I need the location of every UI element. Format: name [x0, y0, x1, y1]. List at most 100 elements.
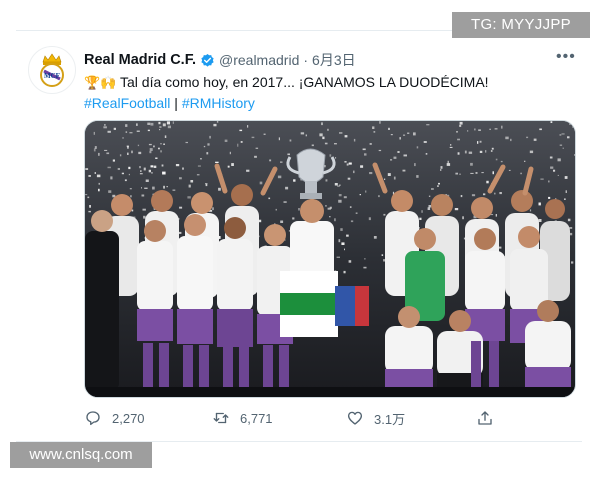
- reply-button[interactable]: 2,270: [84, 404, 145, 432]
- confetti-piece: [203, 145, 206, 148]
- confetti-piece: [499, 192, 502, 195]
- confetti-piece: [479, 150, 483, 153]
- confetti-piece: [215, 161, 219, 163]
- confetti-piece: [185, 141, 188, 144]
- confetti-piece: [175, 164, 180, 167]
- tweet-text-line-1: 🏆🙌 Tal día como hoy, en 2017... ¡GANAMOS…: [84, 72, 564, 93]
- confetti-piece: [124, 179, 127, 182]
- confetti-piece: [285, 186, 289, 190]
- confetti-piece: [529, 150, 534, 154]
- tweet-date[interactable]: 6月3日: [312, 50, 356, 70]
- confetti-piece: [93, 131, 95, 135]
- confetti-piece: [459, 173, 461, 175]
- confetti-piece: [471, 194, 476, 197]
- confetti-piece: [122, 137, 124, 139]
- confetti-piece: [188, 184, 191, 188]
- confetti-piece: [209, 135, 211, 139]
- confetti-piece: [85, 194, 88, 196]
- confetti-piece: [491, 147, 494, 150]
- confetti-piece: [334, 218, 336, 222]
- confetti-piece: [227, 165, 230, 168]
- confetti-piece: [278, 137, 280, 141]
- confetti-piece: [353, 170, 355, 174]
- confetti-piece: [561, 133, 565, 135]
- confetti-piece: [179, 206, 183, 209]
- confetti-piece: [98, 152, 100, 156]
- confetti-piece: [529, 209, 532, 212]
- confetti-piece: [425, 153, 428, 155]
- confetti-piece: [384, 178, 386, 180]
- confetti-piece: [158, 147, 160, 150]
- confetti-piece: [403, 134, 406, 136]
- confetti-piece: [162, 123, 166, 127]
- confetti-piece: [293, 179, 296, 182]
- confetti-piece: [520, 172, 522, 175]
- confetti-piece: [127, 146, 129, 149]
- confetti-piece: [381, 254, 384, 256]
- confetti-piece: [182, 167, 184, 170]
- confetti-piece: [549, 156, 553, 159]
- confetti-piece: [325, 205, 327, 207]
- hashtag-realfootball[interactable]: #RealFootball: [84, 95, 170, 111]
- confetti-piece: [119, 154, 122, 157]
- confetti-piece: [485, 150, 487, 153]
- confetti-piece: [557, 158, 561, 162]
- confetti-piece: [574, 154, 575, 156]
- confetti-piece: [431, 188, 434, 190]
- like-button[interactable]: 3.1万: [346, 404, 405, 432]
- avatar[interactable]: MCF: [28, 46, 76, 94]
- confetti-piece: [237, 143, 239, 147]
- confetti-piece: [364, 258, 366, 260]
- confetti-piece: [524, 160, 526, 162]
- confetti-piece: [166, 121, 170, 125]
- more-options-icon[interactable]: •••: [556, 49, 576, 65]
- author-handle[interactable]: @realmadrid: [219, 52, 299, 68]
- confetti-piece: [474, 128, 476, 131]
- confetti-piece: [459, 124, 462, 127]
- confetti-piece: [455, 172, 458, 175]
- hashtag-rmhistory[interactable]: #RMHistory: [182, 95, 255, 111]
- confetti-piece: [129, 132, 133, 134]
- confetti-piece: [167, 125, 171, 129]
- confetti-piece: [136, 130, 140, 132]
- author-name[interactable]: Real Madrid C.F.: [84, 52, 196, 68]
- confetti-piece: [369, 172, 373, 175]
- tweet-body: Tal día como hoy, en 2017... ¡GANAMOS LA…: [120, 74, 489, 90]
- retweet-count: 6,771: [240, 410, 273, 426]
- share-button[interactable]: [476, 404, 494, 432]
- confetti-piece: [103, 126, 107, 129]
- confetti-piece: [110, 176, 113, 180]
- confetti-piece: [454, 208, 459, 211]
- confetti-piece: [160, 150, 162, 153]
- confetti-piece: [104, 124, 106, 126]
- confetti-piece: [158, 121, 161, 125]
- confetti-piece: [187, 196, 191, 199]
- trophy-clap-emoji: 🏆🙌: [84, 75, 117, 90]
- confetti-piece: [495, 158, 498, 161]
- confetti-piece: [321, 122, 323, 126]
- retweet-button[interactable]: 6,771: [212, 404, 273, 432]
- confetti-piece: [399, 137, 401, 140]
- confetti-piece: [440, 166, 443, 169]
- confetti-piece: [305, 134, 307, 137]
- confetti-piece: [437, 185, 439, 187]
- confetti-piece: [207, 143, 210, 146]
- tweet-media-image[interactable]: [84, 120, 576, 398]
- confetti-piece: [329, 206, 332, 209]
- confetti-piece: [540, 178, 544, 180]
- confetti-piece: [393, 176, 396, 180]
- confetti-piece: [364, 153, 367, 156]
- confetti-piece: [486, 180, 489, 184]
- confetti-piece: [421, 210, 423, 213]
- confetti-piece: [440, 169, 442, 171]
- confetti-piece: [113, 127, 116, 130]
- confetti-piece: [362, 148, 366, 151]
- confetti-piece: [263, 133, 266, 135]
- confetti-piece: [505, 136, 509, 140]
- confetti-piece: [365, 190, 367, 193]
- confetti-piece: [423, 141, 427, 143]
- confetti-piece: [565, 190, 567, 193]
- confetti-piece: [353, 138, 356, 142]
- confetti-piece: [335, 157, 337, 159]
- confetti-piece: [104, 149, 108, 151]
